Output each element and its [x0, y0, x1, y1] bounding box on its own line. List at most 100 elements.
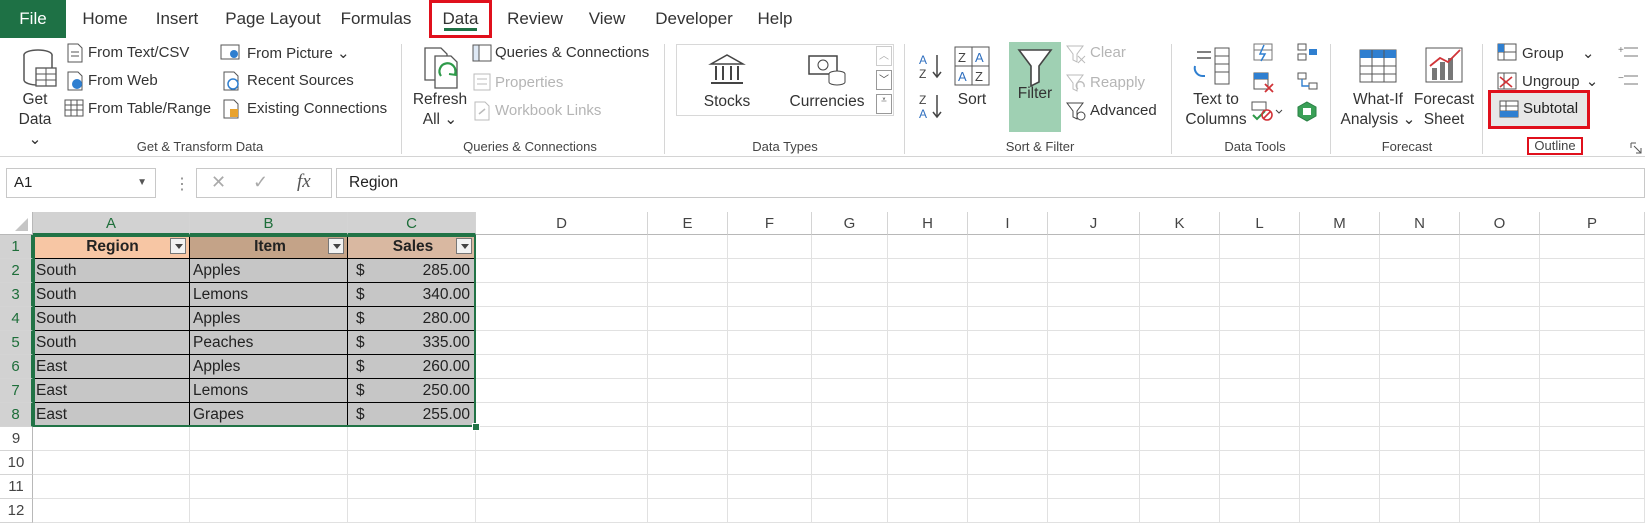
cell-l7[interactable]	[1220, 379, 1300, 403]
forecast-sheet-button[interactable]: Forecast Sheet	[1410, 90, 1478, 130]
row-header-1[interactable]: 1	[0, 235, 33, 259]
cell-g9[interactable]	[812, 427, 888, 451]
cell-j10[interactable]	[1048, 451, 1140, 475]
cell-b2[interactable]: Apples	[190, 259, 348, 283]
cell-p3[interactable]	[1540, 283, 1645, 307]
cell-j11[interactable]	[1048, 475, 1140, 499]
cell-d3[interactable]	[476, 283, 648, 307]
cell-p9[interactable]	[1540, 427, 1645, 451]
cell-d9[interactable]	[476, 427, 648, 451]
column-header-h[interactable]: H	[888, 212, 968, 235]
cell-o2[interactable]	[1460, 259, 1540, 283]
filter-button[interactable]: Filter	[1009, 42, 1061, 132]
cell-j5[interactable]	[1048, 331, 1140, 355]
cell-m4[interactable]	[1300, 307, 1380, 331]
row-header-6[interactable]: 6	[0, 355, 33, 379]
cell-g5[interactable]	[812, 331, 888, 355]
cell-o9[interactable]	[1460, 427, 1540, 451]
cell-b12[interactable]	[190, 499, 348, 523]
filter-dropdown-icon[interactable]	[456, 238, 472, 254]
cell-m1[interactable]	[1300, 235, 1380, 259]
cell-h4[interactable]	[888, 307, 968, 331]
cell-o7[interactable]	[1460, 379, 1540, 403]
refresh-all-button[interactable]: Refresh All ⌄	[410, 90, 470, 130]
group-button[interactable]: Group ⌄	[1522, 44, 1594, 62]
cell-b5[interactable]: Peaches	[190, 331, 348, 355]
formula-input[interactable]: Region	[336, 168, 1645, 198]
cell-e7[interactable]	[648, 379, 728, 403]
cell-n6[interactable]	[1380, 355, 1460, 379]
row-header-3[interactable]: 3	[0, 283, 33, 307]
cell-g1[interactable]	[812, 235, 888, 259]
cell-k7[interactable]	[1140, 379, 1220, 403]
cell-c1[interactable]: Sales	[348, 235, 476, 259]
row-header-2[interactable]: 2	[0, 259, 33, 283]
cell-k1[interactable]	[1140, 235, 1220, 259]
cell-h1[interactable]	[888, 235, 968, 259]
cell-i9[interactable]	[968, 427, 1048, 451]
cell-e1[interactable]	[648, 235, 728, 259]
cell-f6[interactable]	[728, 355, 812, 379]
cell-i1[interactable]	[968, 235, 1048, 259]
tab-page-layout[interactable]: Page Layout	[214, 0, 332, 38]
cell-d10[interactable]	[476, 451, 648, 475]
cell-p8[interactable]	[1540, 403, 1645, 427]
cell-o11[interactable]	[1460, 475, 1540, 499]
tab-view[interactable]: View	[574, 0, 640, 38]
cell-m3[interactable]	[1300, 283, 1380, 307]
cell-o6[interactable]	[1460, 355, 1540, 379]
cell-l6[interactable]	[1220, 355, 1300, 379]
enter-icon[interactable]: ✓	[253, 172, 268, 193]
cell-n10[interactable]	[1380, 451, 1460, 475]
cell-c8[interactable]: $255.00	[348, 403, 476, 427]
cell-p2[interactable]	[1540, 259, 1645, 283]
cell-b9[interactable]	[190, 427, 348, 451]
cell-i8[interactable]	[968, 403, 1048, 427]
cell-o10[interactable]	[1460, 451, 1540, 475]
cell-g8[interactable]	[812, 403, 888, 427]
currencies-button[interactable]: Currencies	[784, 92, 870, 112]
cell-o4[interactable]	[1460, 307, 1540, 331]
gallery-scroll-down[interactable]: ﹀	[876, 70, 892, 90]
cell-j2[interactable]	[1048, 259, 1140, 283]
text-to-columns-button[interactable]: Text to Columns	[1180, 90, 1252, 130]
cell-a12[interactable]	[33, 499, 190, 523]
cell-o3[interactable]	[1460, 283, 1540, 307]
cell-k8[interactable]	[1140, 403, 1220, 427]
cell-f10[interactable]	[728, 451, 812, 475]
clear-button[interactable]: Clear	[1090, 44, 1126, 61]
cell-k3[interactable]	[1140, 283, 1220, 307]
cell-f3[interactable]	[728, 283, 812, 307]
cell-k10[interactable]	[1140, 451, 1220, 475]
cell-g11[interactable]	[812, 475, 888, 499]
cell-a3[interactable]: South	[33, 283, 190, 307]
ungroup-button[interactable]: Ungroup ⌄	[1522, 72, 1598, 90]
cell-g3[interactable]	[812, 283, 888, 307]
what-if-analysis-button[interactable]: What-If Analysis ⌄	[1340, 90, 1416, 130]
cell-c7[interactable]: $250.00	[348, 379, 476, 403]
cell-a7[interactable]: East	[33, 379, 190, 403]
cell-i12[interactable]	[968, 499, 1048, 523]
cell-d1[interactable]	[476, 235, 648, 259]
cell-d5[interactable]	[476, 331, 648, 355]
cell-b11[interactable]	[190, 475, 348, 499]
cell-f2[interactable]	[728, 259, 812, 283]
queries-connections-button[interactable]: Queries & Connections	[495, 44, 649, 61]
cell-l10[interactable]	[1220, 451, 1300, 475]
cell-j7[interactable]	[1048, 379, 1140, 403]
cell-o1[interactable]	[1460, 235, 1540, 259]
from-picture-button[interactable]: From Picture ⌄	[247, 44, 350, 62]
cell-g7[interactable]	[812, 379, 888, 403]
name-box-dropdown-icon[interactable]: ▼	[137, 169, 147, 197]
cell-a2[interactable]: South	[33, 259, 190, 283]
cell-d7[interactable]	[476, 379, 648, 403]
sort-button[interactable]: Sort	[950, 90, 994, 110]
tab-home[interactable]: Home	[70, 0, 140, 38]
cell-e11[interactable]	[648, 475, 728, 499]
cell-m11[interactable]	[1300, 475, 1380, 499]
cell-k5[interactable]	[1140, 331, 1220, 355]
cell-e4[interactable]	[648, 307, 728, 331]
column-header-o[interactable]: O	[1460, 212, 1540, 235]
cell-h11[interactable]	[888, 475, 968, 499]
column-header-f[interactable]: F	[728, 212, 812, 235]
